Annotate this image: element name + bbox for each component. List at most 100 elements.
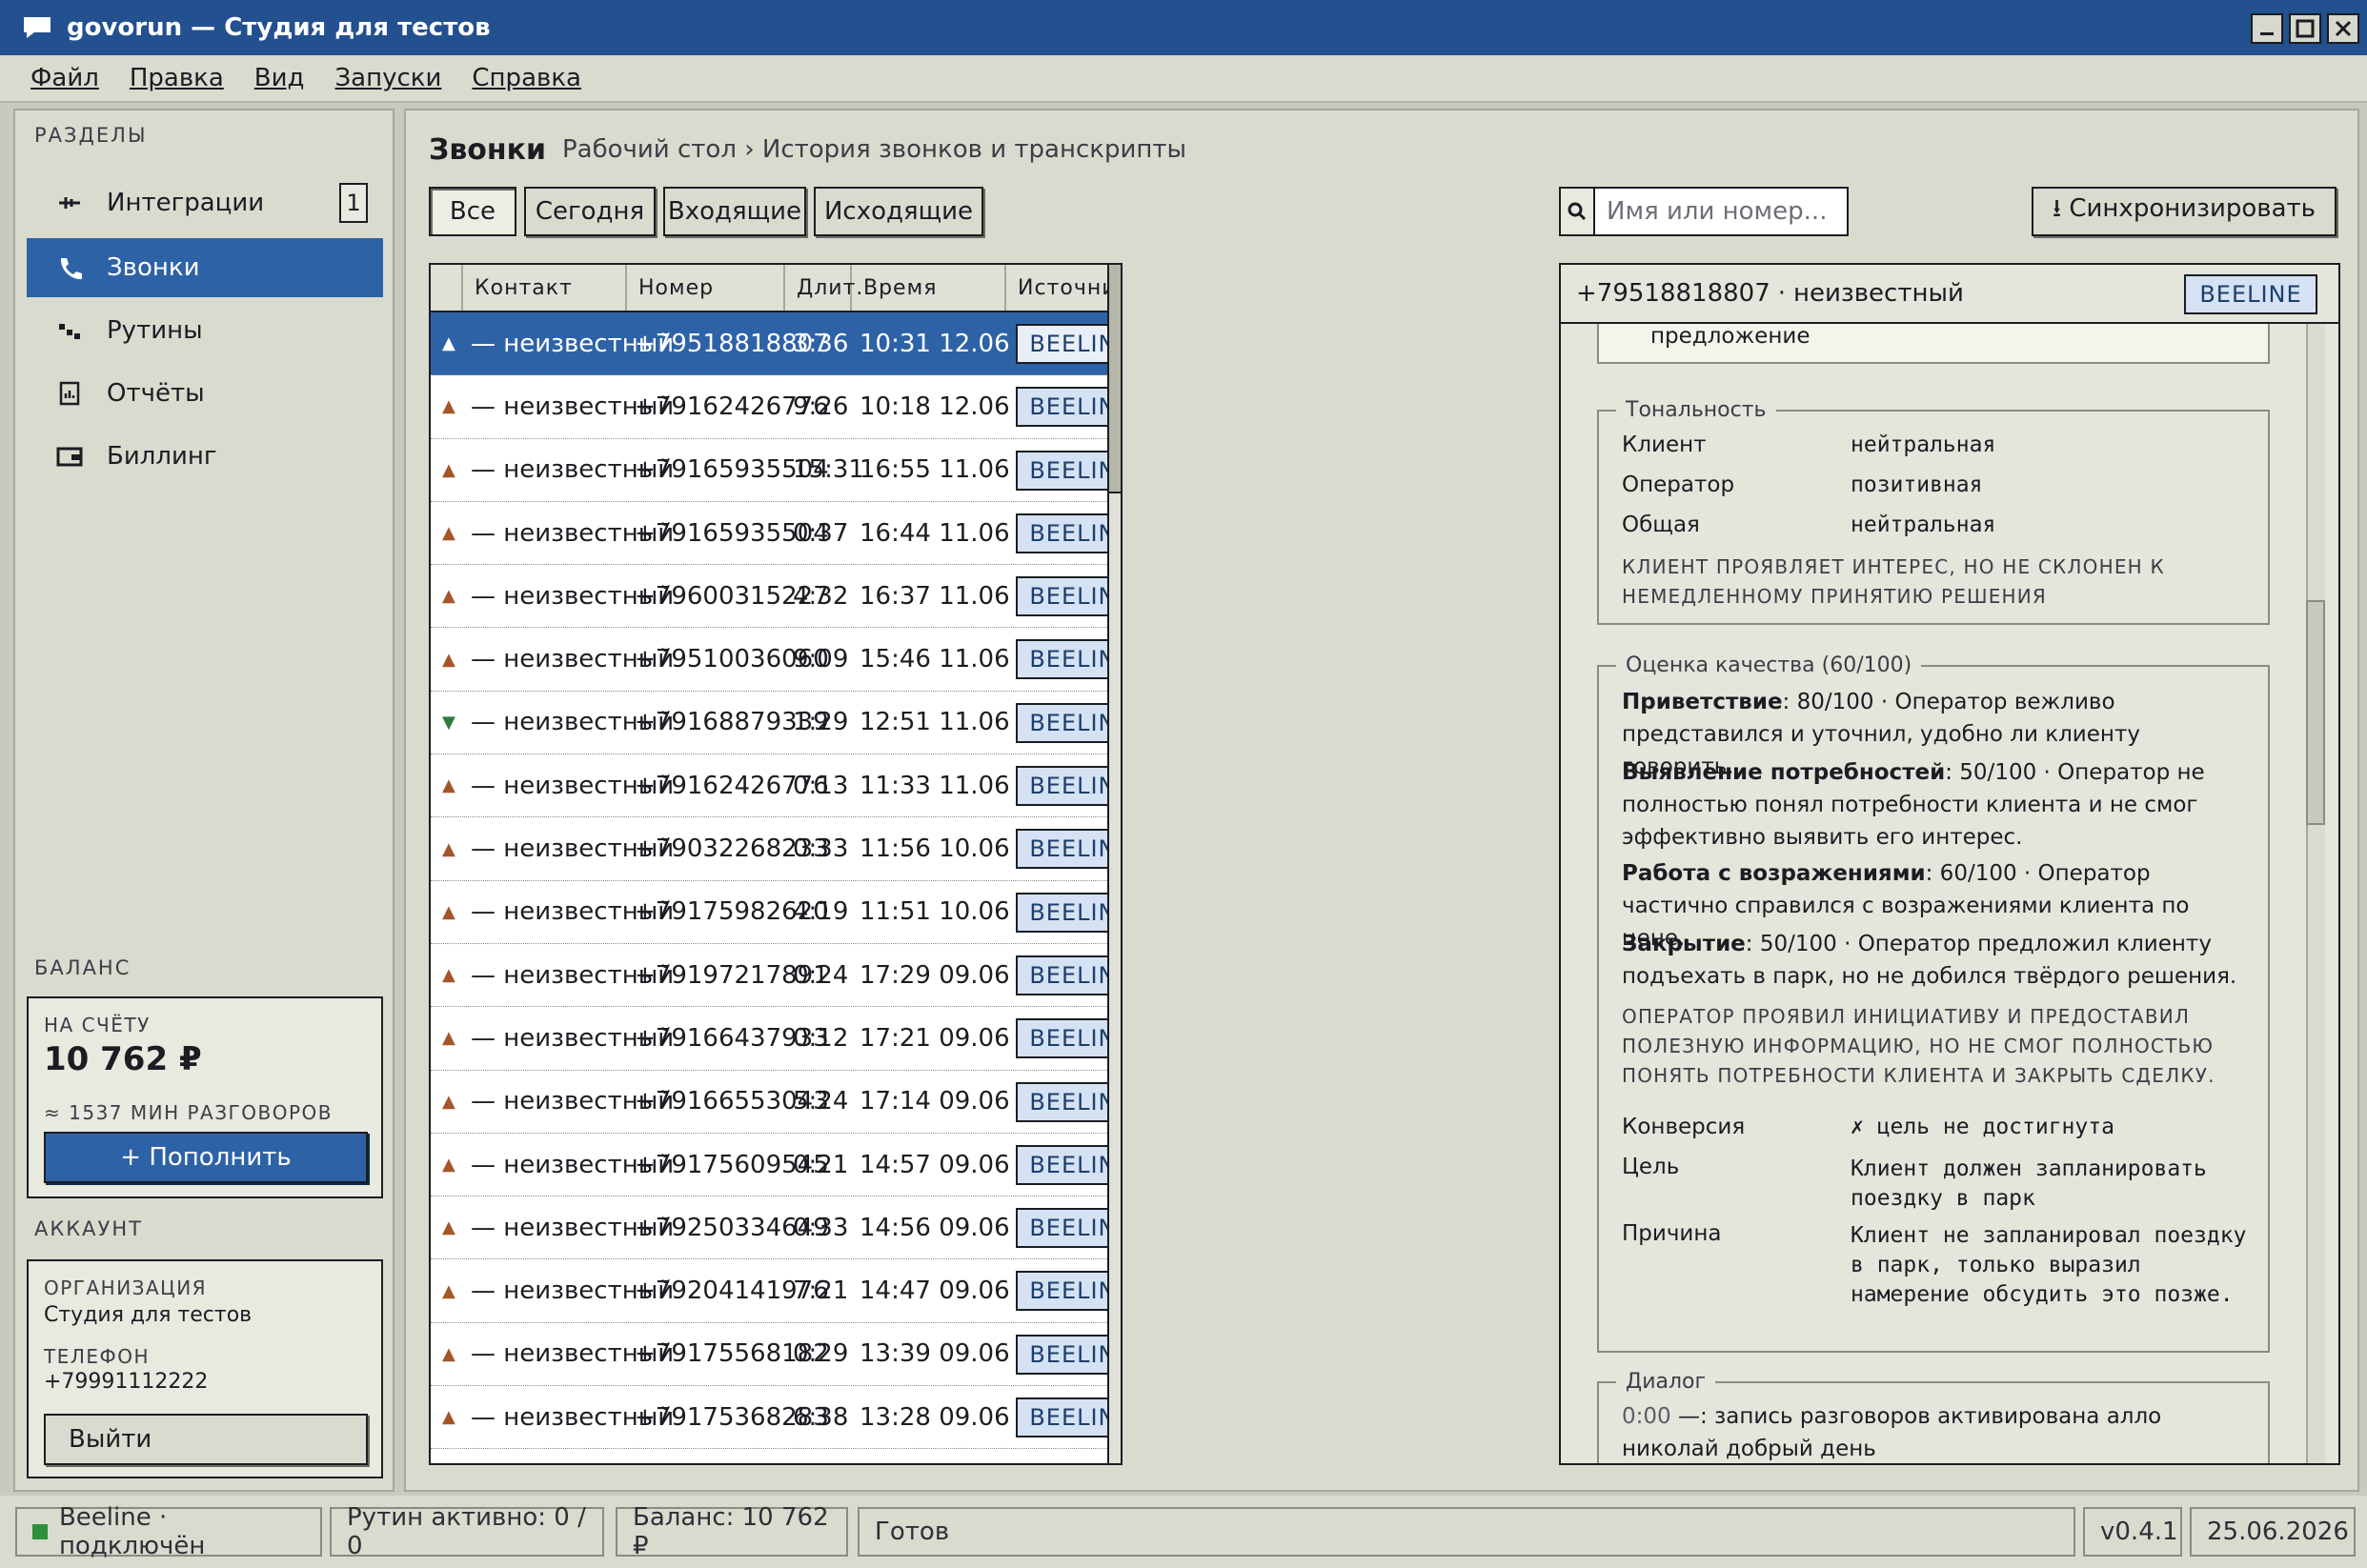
breadcrumb: Рабочий стол › История звонков и транскр… xyxy=(562,135,1187,164)
detail-scrollbar-track[interactable] xyxy=(2306,324,2325,1463)
routines-status: Рутин активно: 0 / 0 xyxy=(330,1503,604,1560)
tone-note: КЛИЕНТ ПРОЯВЛЯЕТ ИНТЕРЕС, НО НЕ СКЛОНЕН … xyxy=(1622,555,2165,608)
sync-button[interactable]: ⭳ Синхронизировать xyxy=(2032,187,2337,236)
sidebar-item-integrations[interactable]: Интеграции 1 xyxy=(27,173,383,232)
table-body: ▲ — неизвестный +79518818807 3:36 10:31 12.0… xyxy=(431,312,1121,1450)
logout-button[interactable]: Выйти xyxy=(44,1414,368,1465)
version-status: v0.4.1 xyxy=(2083,1507,2182,1557)
sidebar-item-calls[interactable]: Звонки xyxy=(27,238,383,297)
menu-help[interactable]: Справка xyxy=(472,64,581,92)
reason-label: Причина xyxy=(1622,1221,1722,1246)
detail-scrollbar[interactable] xyxy=(2291,324,2338,1463)
search-input[interactable] xyxy=(1595,187,1849,236)
topup-button[interactable]: + Пополнить xyxy=(44,1132,368,1183)
table-row[interactable]: ▲ — неизвестный +79162426776 9:26 10:18 12.0… xyxy=(431,375,1121,439)
detail-scrollbar-thumb[interactable] xyxy=(2306,600,2325,825)
conversion-value: ✗ цель не достигнута xyxy=(1851,1115,2114,1139)
wallet-icon xyxy=(55,442,84,471)
time-cell: 10:18 12.06 xyxy=(860,392,1010,421)
table-row[interactable]: ▲ — неизвестный +79510036060 9:09 15:46 11.0… xyxy=(431,628,1121,692)
phone-icon xyxy=(55,253,84,282)
menu-edit[interactable]: Правка xyxy=(130,64,224,92)
filter-incoming[interactable]: Входящие xyxy=(663,187,806,236)
time-cell: 11:56 10.06 xyxy=(860,834,1010,864)
connected-indicator-icon xyxy=(32,1524,48,1539)
table-row[interactable]: ▲ — неизвестный +79197217891 0:24 17:29 09.0… xyxy=(431,944,1121,1008)
detail-header: +79518818807 · неизвестный BEELINE xyxy=(1561,265,2338,324)
balance-minutes: ≈ 1537 МИН РАЗГОВОРОВ xyxy=(44,1101,333,1124)
incoming-call-icon: ▼ xyxy=(442,712,455,733)
close-button[interactable] xyxy=(2327,13,2359,44)
column-contact[interactable]: Контакт xyxy=(463,265,627,311)
table-row[interactable]: ▲ — неизвестный +79165935504 0:37 16:44 11.0… xyxy=(431,502,1121,566)
time-cell: 14:56 09.06 xyxy=(860,1213,1010,1242)
outgoing-call-icon: ▲ xyxy=(442,523,455,544)
time-cell: 16:55 11.06 xyxy=(860,455,1010,485)
menu-view[interactable]: Вид xyxy=(254,64,305,92)
filter-all[interactable]: Все xyxy=(429,187,516,236)
phone-caption: ТЕЛЕФОН xyxy=(44,1345,151,1368)
table-row[interactable]: ▲ — неизвестный +79165935504 15:31 16:55 11.… xyxy=(431,439,1121,502)
table-row[interactable]: ▲ — неизвестный +79162426776 0:13 11:33 11.0… xyxy=(431,754,1121,818)
tone-operator-value: позитивная xyxy=(1851,472,1983,497)
table-scrollbar-thumb[interactable] xyxy=(1109,265,1121,493)
sidebar-item-label: Интеграции xyxy=(107,189,265,217)
time-cell: 11:51 10.06 xyxy=(860,897,1010,927)
connection-status: Beeline · подключён xyxy=(15,1503,322,1560)
column-source[interactable]: Источник xyxy=(1006,265,1121,311)
org-caption: ОРГАНИЗАЦИЯ xyxy=(44,1277,208,1299)
integrations-count-badge: 1 xyxy=(339,183,368,223)
outgoing-call-icon: ▲ xyxy=(442,1028,455,1049)
sidebar-item-billing[interactable]: Биллинг xyxy=(27,427,383,486)
dialog-line: 0:00 —: запись разговоров активирована а… xyxy=(1622,1400,2255,1463)
balance-card: НА СЧЁТУ 10 762 ₽ ≈ 1537 МИН РАЗГОВОРОВ … xyxy=(27,996,383,1198)
window-controls xyxy=(2251,13,2359,44)
time-cell: 16:37 11.06 xyxy=(860,581,1010,611)
table-row[interactable]: ▼ — неизвестный +79168879339 1:29 12:51 11.0… xyxy=(431,692,1121,755)
duration-cell: 6:38 xyxy=(793,1402,849,1432)
sidebar-item-label: Отчёты xyxy=(107,379,205,408)
table-row[interactable]: ▲ — неизвестный +79175368283 6:38 13:28 09.0… xyxy=(431,1386,1121,1450)
title-bar: govorun — Студия для тестов xyxy=(0,0,2367,55)
tone-overall-label: Общая xyxy=(1622,513,1700,537)
table-row[interactable]: ▲ — неизвестный +79600315227 4:32 16:37 11.0… xyxy=(431,565,1121,629)
filter-today[interactable]: Сегодня xyxy=(524,187,656,236)
minimize-button[interactable] xyxy=(2251,13,2283,44)
outgoing-call-icon: ▲ xyxy=(442,1343,455,1364)
menu-file[interactable]: Файл xyxy=(30,64,99,92)
duration-cell: 9:26 xyxy=(793,392,849,421)
balance-caption: НА СЧЁТУ xyxy=(44,1014,151,1036)
table-row[interactable]: ▲ — неизвестный +79250334649 0:33 14:56 09.0… xyxy=(431,1196,1121,1260)
table-row[interactable]: ▲ — неизвестный +79032268233 0:33 11:56 10.0… xyxy=(431,817,1121,881)
account-section-label: АККАУНТ xyxy=(34,1217,143,1240)
table-row[interactable]: ▲ — неизвестный +79175982620 4:19 11:51 10.0… xyxy=(431,881,1121,944)
sidebar-item-label: Звонки xyxy=(107,253,200,282)
table-scrollbar[interactable] xyxy=(1107,265,1121,1463)
table-row[interactable]: ▲ — неизвестный +79204141976 7:21 14:47 09.0… xyxy=(431,1259,1121,1323)
table-row[interactable]: ▲ — неизвестный +79175568182 0:29 13:39 09.0… xyxy=(431,1323,1121,1387)
column-time[interactable]: Время xyxy=(852,265,1006,311)
sidebar-item-routines[interactable]: Рутины xyxy=(27,301,383,360)
column-duration[interactable]: Длит. xyxy=(785,265,862,311)
duration-cell: 1:29 xyxy=(793,708,849,737)
table-row[interactable]: ▲ — неизвестный +79175609545 0:21 14:57 09.0… xyxy=(431,1134,1121,1197)
table-row[interactable]: ▲ — неизвестный +79166553043 5:24 17:14 09.0… xyxy=(431,1071,1121,1134)
table-row[interactable]: ▲ — неизвестный +79518818807 3:36 10:31 12.0… xyxy=(431,312,1121,376)
account-phone: +79991112222 xyxy=(44,1370,209,1394)
dialog-timestamp: 0:00 xyxy=(1622,1404,1671,1429)
filter-outgoing[interactable]: Исходящие xyxy=(814,187,983,236)
duration-cell: 4:19 xyxy=(793,897,849,927)
detail-contact: неизвестный xyxy=(1793,279,1964,308)
sidebar-item-reports[interactable]: Отчёты xyxy=(27,364,383,423)
outgoing-call-icon: ▲ xyxy=(442,649,455,670)
quality-item-name: Работа с возражениями xyxy=(1622,861,1926,886)
duration-cell: 15:31 xyxy=(793,455,864,485)
outgoing-call-icon: ▲ xyxy=(442,396,455,417)
menu-runs[interactable]: Запуски xyxy=(335,64,442,92)
column-direction xyxy=(431,265,463,311)
table-row[interactable]: ▲ — неизвестный +79166437933 0:12 17:21 09.0… xyxy=(431,1007,1121,1071)
outgoing-call-icon: ▲ xyxy=(442,1217,455,1238)
maximize-button[interactable] xyxy=(2289,13,2321,44)
time-cell: 17:21 09.06 xyxy=(860,1023,1010,1053)
column-number[interactable]: Номер xyxy=(627,265,785,311)
